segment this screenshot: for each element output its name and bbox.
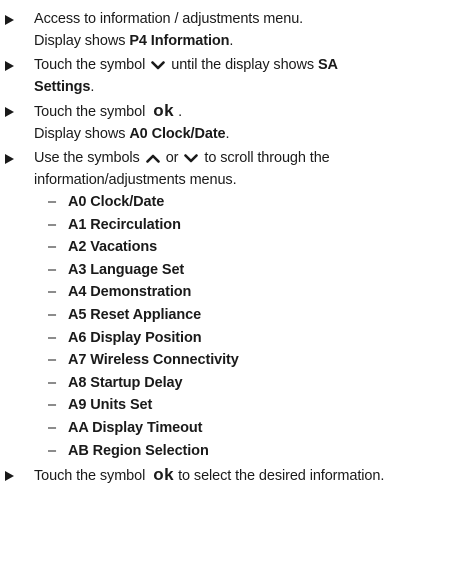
step-suffix: to select the desired information. <box>178 468 385 485</box>
chevron-down-icon <box>151 60 166 70</box>
list-dash: – <box>48 329 56 346</box>
ok-symbol: ok <box>153 465 175 485</box>
menu-label: A8 Startup Delay <box>68 374 183 391</box>
list-dash: – <box>48 352 56 369</box>
menu-list-item: – A7 Wireless Connectivity <box>34 349 474 372</box>
menu-label: AB Region Selection <box>68 442 209 459</box>
menu-label: A7 Wireless Connectivity <box>68 352 239 369</box>
menu-list-item: – A2 Vacations <box>34 236 474 259</box>
menu-label: A4 Demonstration <box>68 284 192 301</box>
step-text: Touch the symbol ok. <box>34 100 474 123</box>
bullet-arrow-icon <box>5 154 14 164</box>
menu-label: A2 Vacations <box>68 239 158 256</box>
step-text: Touch the symbol until the display shows … <box>34 54 474 76</box>
menu-label: AA Display Timeout <box>68 419 203 436</box>
step-text: Access to information / adjustments menu… <box>34 11 304 27</box>
step-text: Touch the symbol ok to select the desired … <box>34 464 474 487</box>
step-middle: to scroll through the <box>204 150 330 166</box>
list-dash: – <box>48 216 56 233</box>
menu-list-item: – A9 Units Set <box>34 394 474 417</box>
bullet-arrow-icon <box>5 107 14 117</box>
list-dash: – <box>48 374 56 391</box>
display-prefix: Display shows <box>34 126 130 142</box>
step-scroll-menus: Use the symbols or to scroll through the i… <box>0 147 474 462</box>
list-dash: – <box>48 419 56 436</box>
chevron-down-icon <box>184 153 199 163</box>
menu-list-item: – A5 Reset Appliance <box>34 304 474 327</box>
menu-list-item: – A4 Demonstration <box>34 281 474 304</box>
list-dash: – <box>48 239 56 256</box>
step-touch-ok: Touch the symbol ok. Display shows A0 Clo… <box>0 100 474 145</box>
menu-list: – A0 Clock/Date – A1 Recirculation – A2 Vacat… <box>34 191 474 462</box>
chevron-up-icon <box>145 154 160 163</box>
menu-list-item: – A6 Display Position <box>34 327 474 350</box>
display-value: A0 Clock/Date <box>129 126 226 142</box>
or-text: or <box>165 150 179 166</box>
menu-list-item: – A0 Clock/Date <box>34 191 474 214</box>
step-prefix: Touch the symbol <box>34 57 146 73</box>
display-prefix: Display shows <box>34 33 130 49</box>
step-prefix: Touch the symbol <box>34 468 146 485</box>
menu-label: A3 Language Set <box>68 261 185 278</box>
instruction-document: Access to information / adjustments menu… <box>0 8 474 487</box>
list-dash: – <box>48 261 56 278</box>
step-text: Use the symbols or to scroll through the <box>34 147 474 169</box>
bullet-arrow-icon <box>5 61 14 71</box>
step-select-information: Touch the symbol ok to select the desired … <box>0 464 474 487</box>
step-display-text: Display shows P4 Information. <box>34 30 474 52</box>
display-value: Settings <box>34 79 91 95</box>
step-access-menu: Access to information / adjustments menu… <box>0 8 474 52</box>
bullet-arrow-icon <box>5 471 14 482</box>
step-suffix: . <box>90 79 95 95</box>
menu-list-item: – A8 Startup Delay <box>34 372 474 395</box>
menu-label: A5 Reset Appliance <box>68 306 202 323</box>
list-dash: – <box>48 194 56 210</box>
ok-symbol: ok <box>153 101 175 120</box>
list-dash: – <box>48 442 56 459</box>
step-prefix: Touch the symbol <box>34 104 146 120</box>
menu-list-item: – AA Display Timeout <box>34 417 474 440</box>
menu-label: A0 Clock/Date <box>68 194 165 210</box>
step-suffix: . <box>178 104 183 120</box>
list-dash: – <box>48 284 56 301</box>
display-value: SA <box>317 57 338 73</box>
display-value: P4 Information <box>129 33 230 49</box>
menu-label: A9 Units Set <box>68 397 153 414</box>
menu-list-item: – A1 Recirculation <box>34 214 474 237</box>
bullet-arrow-icon <box>5 15 14 25</box>
step-display-text: Display shows A0 Clock/Date. <box>34 123 474 145</box>
list-dash: – <box>48 397 56 414</box>
step-scroll-to-settings: Touch the symbol until the display shows … <box>0 54 474 98</box>
list-dash: – <box>48 306 56 323</box>
step-prefix: Use the symbols <box>34 150 140 166</box>
step-text-continued: Settings. <box>34 76 474 98</box>
menu-label: A6 Display Position <box>68 329 202 346</box>
step-text-continued: information/adjustments menus. <box>34 172 237 188</box>
display-suffix: . <box>229 33 234 49</box>
step-middle: until the display shows <box>171 57 318 73</box>
menu-list-item: – AB Region Selection <box>34 440 474 463</box>
display-suffix: . <box>225 126 230 142</box>
menu-label: A1 Recirculation <box>68 216 181 233</box>
menu-list-item: – A3 Language Set <box>34 259 474 282</box>
